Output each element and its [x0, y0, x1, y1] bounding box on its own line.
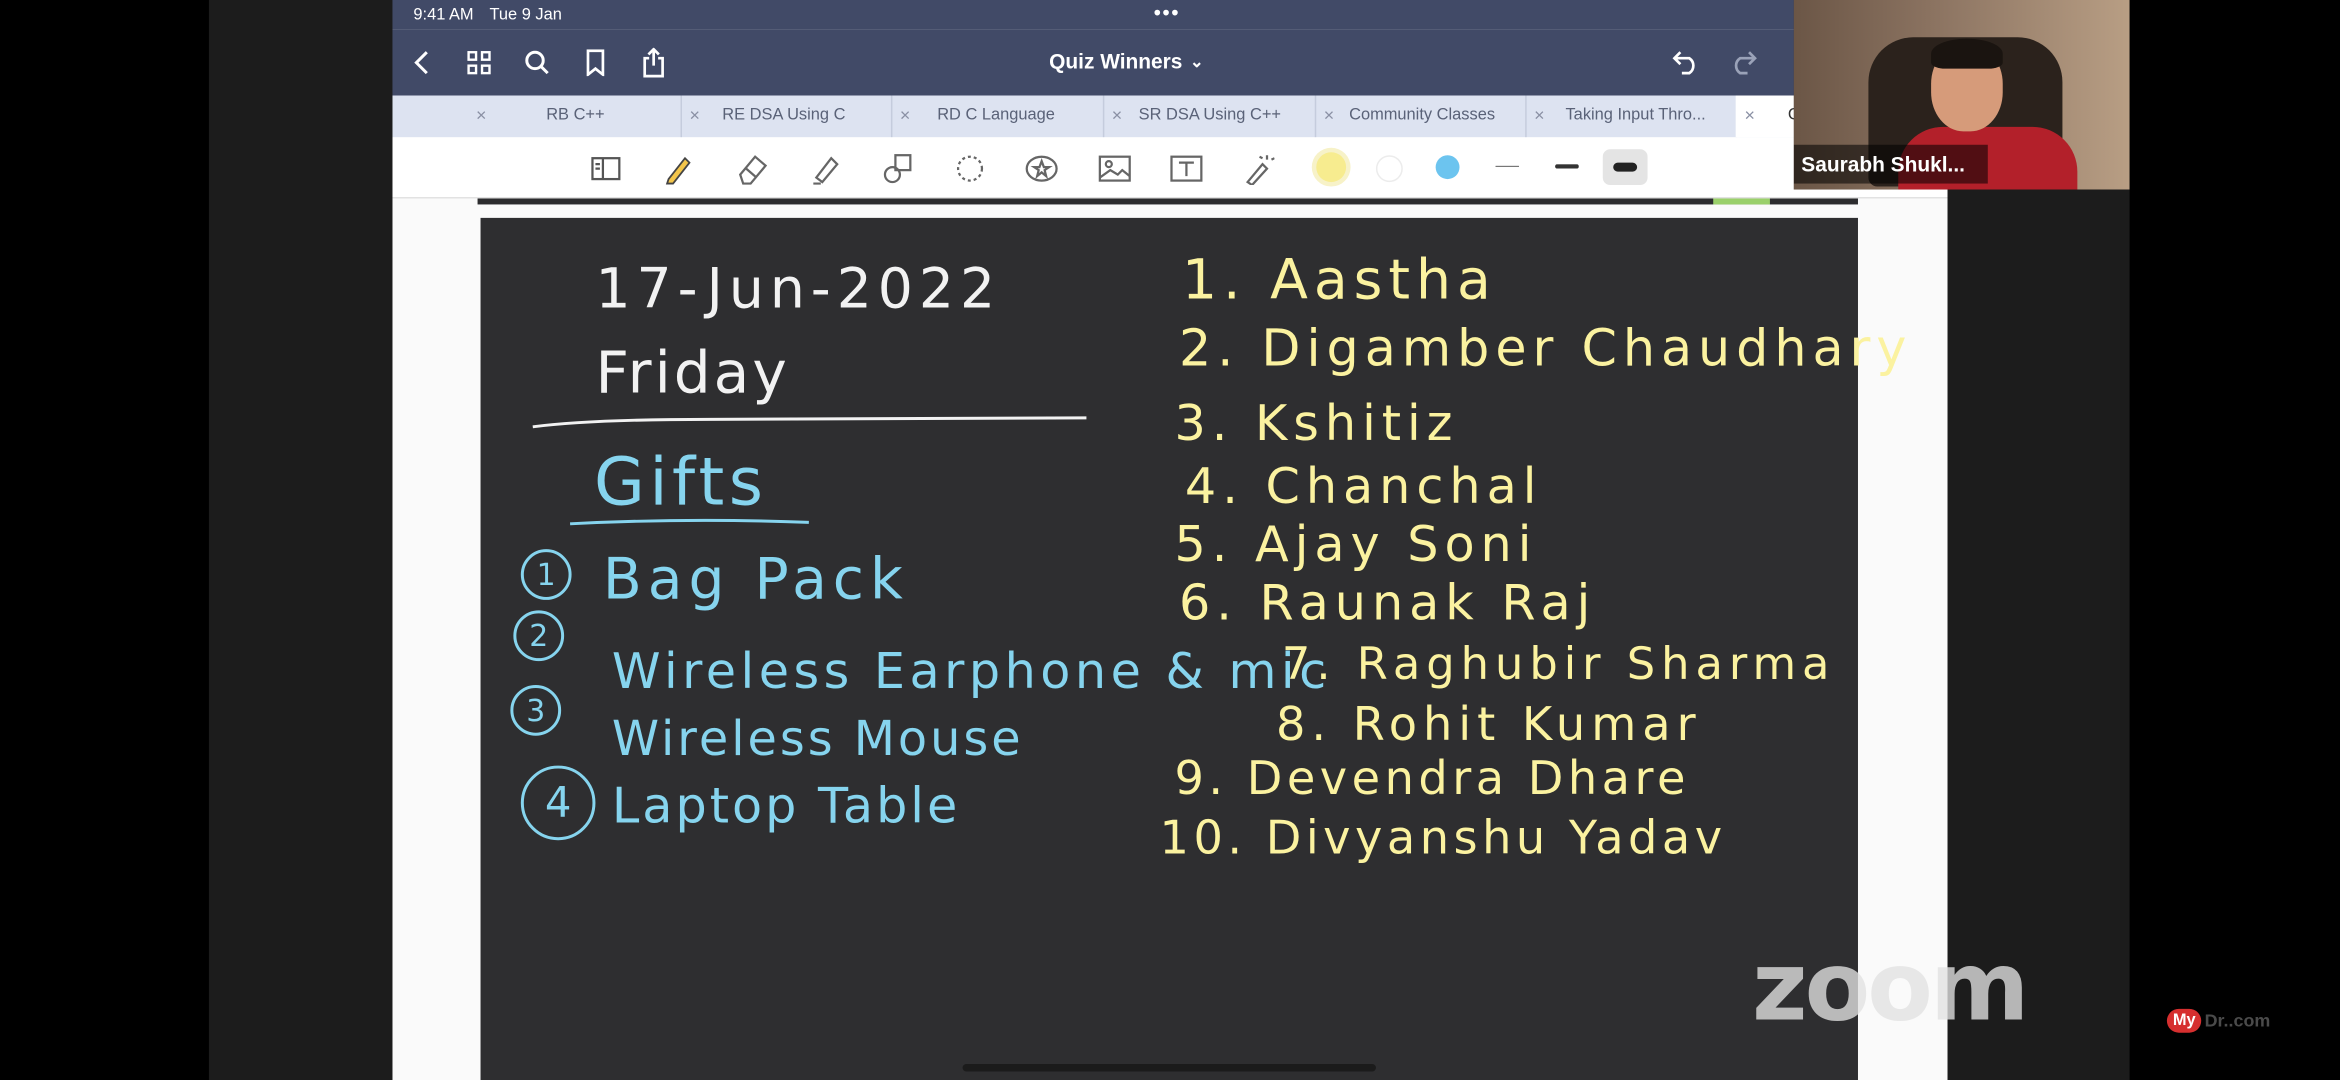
left-letterbox [208, 0, 393, 1080]
shapes-icon[interactable] [879, 149, 918, 188]
search-icon[interactable] [519, 45, 555, 81]
zoom-logo: zoom [1752, 932, 2029, 1044]
thick-stroke-selected[interactable] [1602, 149, 1648, 186]
home-indicator[interactable] [962, 1064, 1376, 1072]
medium-stroke[interactable] [1555, 164, 1579, 169]
close-icon[interactable]: × [900, 104, 910, 125]
gift-number-3: 3 [510, 684, 562, 736]
winner-2: 2. Digamber Chaudhary [1178, 319, 1913, 380]
pen-icon[interactable] [660, 149, 699, 188]
gift-4: Laptop Table [611, 776, 961, 835]
document-title-text: Quiz Winners [1049, 49, 1183, 74]
tab-rd-c-language[interactable]: × RD C Language [891, 95, 1105, 138]
close-icon[interactable]: × [476, 104, 486, 125]
back-icon[interactable] [404, 45, 440, 81]
tab-community-classes[interactable]: × Community Classes [1315, 95, 1527, 138]
watermark-text: Dr..com [2204, 1010, 2271, 1032]
tab-label: Taking Input Thro... [1565, 105, 1706, 124]
winner-5: 5. Ajay Soni [1174, 514, 1538, 574]
laser-pointer-icon[interactable] [1239, 149, 1278, 188]
tab-label: RE DSA Using C [722, 105, 846, 124]
date-underline [532, 416, 1087, 429]
winner-4: 4. Chanchal [1184, 456, 1543, 515]
gift-1: Bag Pack [602, 546, 909, 612]
document-tabs: × RB C++ × RE DSA Using C × RD C Languag… [392, 95, 1948, 138]
chevron-down-icon: ⌄ [1189, 52, 1204, 71]
close-icon[interactable]: × [689, 104, 699, 125]
gifts-underline [570, 518, 809, 526]
gift-3: Wireless Mouse [611, 710, 1024, 768]
drawing-toolbar [392, 137, 1948, 199]
share-icon[interactable] [636, 45, 672, 81]
previous-page-edge [477, 198, 1858, 205]
winner-6: 6. Raunak Raj [1178, 573, 1597, 632]
winner-1: 1. Aastha [1181, 247, 1497, 312]
color-swatch-white[interactable] [1375, 155, 1403, 183]
close-icon[interactable]: × [1112, 104, 1122, 125]
screen: 9:41 AM Tue 9 Jan ••• Quiz Winners ⌄ × R… [0, 0, 2340, 1080]
watermark-badge: My [2166, 1008, 2202, 1033]
multitasking-dots[interactable]: ••• [1154, 0, 1180, 24]
text-box-icon[interactable] [1167, 149, 1206, 188]
shared-screen: 9:41 AM Tue 9 Jan ••• Quiz Winners ⌄ × R… [392, 0, 1948, 1080]
tab-label: Community Classes [1349, 105, 1496, 124]
blackboard-page[interactable]: 17-Jun-2022 Friday Gifts 1 2 3 4 Bag Pac… [480, 217, 1906, 1080]
read-mode-icon[interactable] [586, 149, 625, 188]
winner-8: 8. Rohit Kumar [1275, 698, 1702, 753]
image-icon[interactable] [1095, 149, 1134, 188]
tab-taking-input[interactable]: × Taking Input Thro... [1525, 95, 1738, 138]
thin-stroke[interactable] [1495, 165, 1520, 168]
color-swatch-yellow[interactable] [1316, 152, 1347, 183]
status-bar: 9:41 AM Tue 9 Jan ••• [392, 0, 1948, 30]
nav-bar: Quiz Winners ⌄ [392, 29, 1948, 96]
gift-number-4: 4 [520, 765, 596, 841]
gift-2: Wireless Earphone & mic [611, 641, 1331, 700]
page-edge-accent [1713, 198, 1770, 205]
watermark-logo: My Dr..com [2166, 1008, 2271, 1033]
redo-icon[interactable] [1725, 45, 1761, 81]
participant-name: Saurabh Shukl... [1801, 152, 1965, 177]
gift-number-1: 1 [520, 549, 572, 600]
status-time: 9:41 AM [413, 5, 474, 24]
sticker-icon[interactable] [1022, 149, 1061, 188]
color-swatch-blue[interactable] [1435, 155, 1460, 180]
winner-3: 3. Kshitiz [1174, 393, 1459, 453]
video-person-hair [1931, 38, 2003, 69]
winner-9: 9. Devendra Dhare [1174, 752, 1690, 806]
bookmark-icon[interactable] [578, 45, 614, 81]
close-icon[interactable]: × [1745, 104, 1755, 125]
winner-7: 7. Raghubir Sharma [1281, 638, 1836, 691]
tab-label: RB C++ [546, 105, 605, 124]
close-icon[interactable]: × [1534, 104, 1544, 125]
grid-icon[interactable] [461, 45, 497, 81]
undo-icon[interactable] [1668, 45, 1704, 81]
tab-re-dsa-using-c[interactable]: × RE DSA Using C [681, 95, 893, 138]
highlighter-icon[interactable] [806, 149, 845, 188]
status-date: Tue 9 Jan [489, 5, 562, 24]
date-text: 17-Jun-2022 [595, 256, 1002, 321]
tab-sr-dsa-using-cpp[interactable]: × SR DSA Using C++ [1103, 95, 1317, 138]
lasso-icon[interactable] [951, 149, 990, 188]
tab-label: SR DSA Using C++ [1138, 105, 1281, 124]
tab-label: RD C Language [937, 105, 1055, 124]
eraser-icon[interactable] [733, 149, 772, 188]
close-icon[interactable]: × [1324, 104, 1334, 125]
speaker-video-tile[interactable]: Saurabh Shukl... [1793, 0, 2130, 190]
gifts-heading: Gifts [593, 444, 768, 521]
document-title[interactable]: Quiz Winners ⌄ [1049, 49, 1204, 73]
note-page-area: 17-Jun-2022 Friday Gifts 1 2 3 4 Bag Pac… [392, 198, 1948, 1080]
gift-number-2: 2 [513, 610, 565, 662]
tab-rb-cpp[interactable]: × RB C++ [467, 95, 683, 138]
winner-10: 10. Divyanshu Yadav [1159, 811, 1727, 866]
day-text: Friday [595, 340, 790, 408]
